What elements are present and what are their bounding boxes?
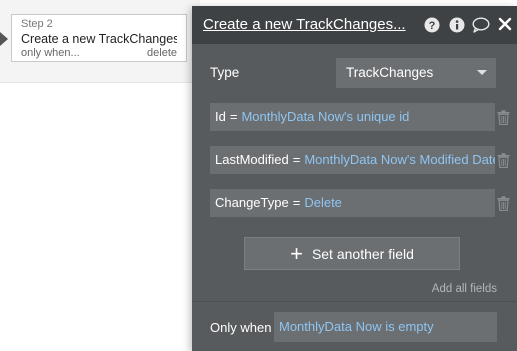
field-equals: =: [292, 152, 301, 167]
add-all-fields-link[interactable]: Add all fields: [432, 283, 497, 295]
step-footer: only when... delete: [21, 47, 177, 60]
step-delete-link[interactable]: delete: [147, 47, 177, 60]
trash-icon[interactable]: [497, 153, 510, 168]
field-name: ChangeType: [215, 195, 289, 210]
panel-title[interactable]: Create a new TrackChanges...: [203, 16, 406, 33]
step-number: Step 2: [21, 18, 53, 30]
divider: [192, 301, 517, 302]
only-when-condition-input[interactable]: MonthlyData Now is empty: [274, 312, 497, 342]
field-expression[interactable]: Delete: [304, 195, 342, 210]
set-another-field-button[interactable]: + Set another field: [244, 237, 460, 270]
field-name: Id: [215, 109, 226, 124]
field-expression[interactable]: MonthlyData Now's unique id: [241, 109, 409, 124]
only-when-label: Only when: [210, 320, 272, 335]
step-pointer-icon: [0, 32, 8, 46]
type-dropdown[interactable]: TrackChanges: [336, 58, 496, 88]
field-equals: =: [229, 109, 238, 124]
field-row-id[interactable]: Id = MonthlyData Now's unique id: [210, 103, 495, 131]
step-card[interactable]: Step 2 Create a new TrackChanges... only…: [11, 14, 187, 62]
info-icon[interactable]: [449, 17, 465, 33]
close-icon[interactable]: [498, 17, 512, 31]
workflow-step-strip: Step 2 Create a new TrackChanges... only…: [0, 0, 200, 83]
step-condition-link[interactable]: only when...: [21, 47, 80, 60]
help-icon[interactable]: ?: [424, 17, 440, 33]
chevron-down-icon: [477, 70, 487, 75]
plus-icon: +: [290, 240, 303, 266]
step-title: Create a new TrackChanges...: [21, 32, 177, 46]
comment-icon[interactable]: [472, 17, 490, 33]
field-name: LastModified: [215, 152, 289, 167]
field-equals: =: [292, 195, 301, 210]
svg-text:?: ?: [429, 20, 436, 32]
type-selected-value: TrackChanges: [346, 65, 434, 80]
field-expression[interactable]: MonthlyData Now's Modified Date: [304, 152, 495, 167]
action-editor-panel: Create a new TrackChanges... ? Type Trac…: [192, 6, 517, 351]
field-row-changetype[interactable]: ChangeType = Delete: [210, 189, 495, 217]
field-row-lastmodified[interactable]: LastModified = MonthlyData Now's Modified …: [210, 146, 495, 174]
trash-icon[interactable]: [497, 196, 510, 211]
panel-header: Create a new TrackChanges... ?: [192, 6, 517, 44]
set-another-field-label: Set another field: [311, 245, 414, 262]
trash-icon[interactable]: [497, 110, 510, 125]
type-label: Type: [210, 65, 240, 80]
